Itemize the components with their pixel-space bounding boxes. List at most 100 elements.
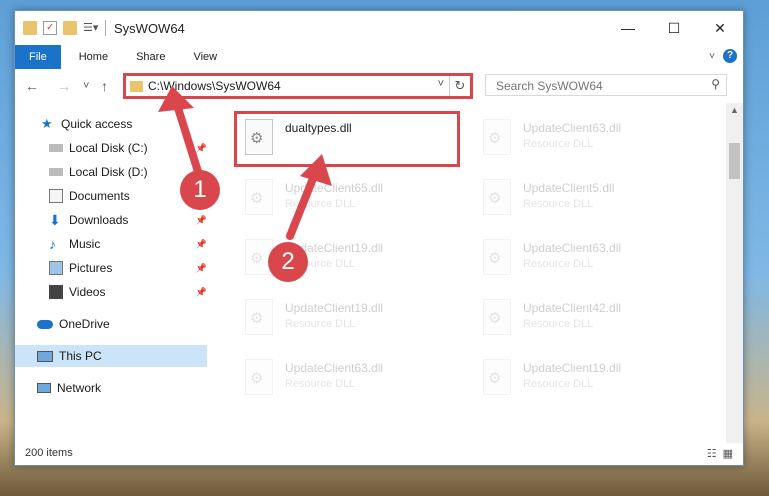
sidebar-item-label: Documents bbox=[69, 189, 130, 203]
scroll-up-icon[interactable]: ▲ bbox=[730, 105, 739, 115]
expand-ribbon-icon[interactable]: ˅ bbox=[709, 51, 715, 62]
maximize-button[interactable]: ☐ bbox=[651, 11, 697, 45]
navigation-pane: ★ Quick access Local Disk (C:) 📌 Local D… bbox=[15, 103, 211, 453]
sidebar-item-music[interactable]: ♪ Music 📌 bbox=[15, 233, 211, 255]
file-description: Resource DLL bbox=[523, 378, 594, 390]
minimize-button[interactable]: — bbox=[605, 11, 651, 45]
ribbon-right: ˅ ? bbox=[709, 49, 737, 63]
dll-file-icon: ⚙ bbox=[479, 299, 513, 341]
file-tile[interactable]: ⚙ UpdateClient63.dll Resource DLL bbox=[235, 355, 455, 407]
sidebar-item-downloads[interactable]: ⬇ Downloads 📌 bbox=[15, 209, 211, 231]
pin-icon: 📌 bbox=[195, 142, 207, 153]
file-name: UpdateClient63.dll bbox=[523, 121, 622, 135]
sidebar-item-label: This PC bbox=[59, 349, 102, 363]
address-path[interactable]: C:\Windows\SysWOW64 bbox=[148, 79, 281, 93]
pictures-icon bbox=[49, 261, 63, 275]
dll-file-icon: ⚙ bbox=[241, 179, 275, 221]
details-view-icon[interactable]: ☷ bbox=[707, 447, 717, 460]
file-description: Resource DLL bbox=[523, 138, 594, 150]
star-icon: ★ bbox=[41, 116, 53, 131]
file-description: Resource DLL bbox=[523, 198, 594, 210]
tab-home[interactable]: Home bbox=[65, 45, 122, 69]
scrollbar-thumb[interactable] bbox=[729, 143, 740, 179]
sidebar-item-videos[interactable]: Videos 📌 bbox=[15, 281, 211, 303]
documents-icon bbox=[49, 189, 63, 203]
file-name: UpdateClient19.dll bbox=[523, 361, 622, 375]
dll-file-icon: ⚙ bbox=[479, 179, 513, 221]
address-dropdown-button[interactable]: ˅ bbox=[438, 78, 444, 90]
file-name: UpdateClient19.dll bbox=[285, 301, 384, 315]
sidebar-item-pictures[interactable]: Pictures 📌 bbox=[15, 257, 211, 279]
tab-file[interactable]: File bbox=[15, 45, 61, 69]
pin-icon: 📌 bbox=[195, 262, 207, 273]
pin-icon: 📌 bbox=[195, 238, 207, 249]
customize-toolbar-icon[interactable]: ☰▾ bbox=[83, 21, 98, 35]
file-name: UpdateClient63.dll bbox=[523, 241, 622, 255]
folder-icon[interactable] bbox=[23, 21, 37, 35]
forward-button[interactable]: → bbox=[57, 78, 71, 94]
file-highlight-box bbox=[234, 111, 460, 167]
film-icon bbox=[49, 285, 63, 299]
window-title: SysWOW64 bbox=[114, 20, 185, 36]
pin-icon: 📌 bbox=[195, 214, 207, 225]
title-separator bbox=[105, 20, 106, 36]
tab-view[interactable]: View bbox=[179, 45, 231, 69]
sidebar-item-this-pc[interactable]: This PC bbox=[15, 345, 207, 367]
download-arrow-icon: ⬇ bbox=[49, 212, 61, 228]
sidebar-item-label: Downloads bbox=[69, 213, 129, 227]
file-description: Resource DLL bbox=[285, 198, 356, 210]
dll-file-icon: ⚙ bbox=[479, 359, 513, 401]
search-input[interactable] bbox=[494, 78, 698, 94]
quick-access-toolbar: ✓ ☰▾ bbox=[23, 21, 98, 35]
sidebar-item-network[interactable]: Network bbox=[15, 377, 211, 399]
sidebar-item-label: OneDrive bbox=[59, 317, 110, 331]
file-tile[interactable]: ⚙ UpdateClient63.dll Resource DLL bbox=[473, 235, 693, 287]
back-button[interactable]: ← bbox=[25, 78, 39, 94]
file-name: UpdateClient5.dll bbox=[523, 181, 615, 195]
properties-icon[interactable]: ✓ bbox=[43, 21, 57, 35]
dll-file-icon: ⚙ bbox=[241, 299, 275, 341]
file-tile[interactable]: ⚙ UpdateClient19.dll Resource DLL bbox=[473, 355, 693, 407]
new-folder-icon[interactable] bbox=[63, 21, 77, 35]
step-badge-2: 2 bbox=[268, 242, 308, 282]
sidebar-item-local-disk-c[interactable]: Local Disk (C:) 📌 bbox=[15, 137, 211, 159]
dll-file-icon: ⚙ bbox=[479, 119, 513, 161]
sidebar-item-quick-access[interactable]: ★ Quick access bbox=[15, 113, 211, 135]
sidebar-item-label: Videos bbox=[69, 285, 106, 299]
music-note-icon: ♪ bbox=[49, 236, 56, 252]
drive-icon bbox=[49, 144, 63, 152]
refresh-button[interactable]: ↻ bbox=[449, 76, 470, 96]
folder-icon bbox=[130, 81, 143, 92]
dll-file-icon: ⚙ bbox=[479, 239, 513, 281]
sidebar-item-label: Network bbox=[57, 381, 102, 395]
tab-share[interactable]: Share bbox=[122, 45, 179, 69]
computer-icon bbox=[37, 350, 53, 362]
file-tile[interactable]: ⚙ UpdateClient65.dll Resource DLL bbox=[235, 175, 455, 227]
help-icon[interactable]: ? bbox=[723, 49, 737, 63]
large-icons-view-icon[interactable]: ▦ bbox=[723, 447, 733, 460]
drive-icon bbox=[49, 168, 63, 176]
vertical-scrollbar[interactable]: ▲ ▼ bbox=[726, 103, 743, 453]
file-description: Resource DLL bbox=[285, 378, 356, 390]
sidebar-item-onedrive[interactable]: OneDrive bbox=[15, 313, 211, 335]
search-box[interactable]: ⚲ bbox=[485, 74, 727, 96]
close-button[interactable]: ✕ bbox=[697, 11, 743, 45]
file-tile[interactable]: ⚙ UpdateClient42.dll Resource DLL bbox=[473, 295, 693, 347]
file-tile[interactable]: ⚙ UpdateClient19.dll Resource DLL bbox=[235, 295, 455, 347]
file-description: Resource DLL bbox=[523, 258, 594, 270]
search-icon[interactable]: ⚲ bbox=[711, 77, 720, 91]
file-description: Resource DLL bbox=[523, 318, 594, 330]
sidebar-item-label: Local Disk (D:) bbox=[69, 165, 148, 179]
step-badge-1: 1 bbox=[180, 170, 220, 210]
file-tile[interactable]: ⚙ UpdateClient5.dll Resource DLL bbox=[473, 175, 693, 227]
address-bar[interactable]: C:\Windows\SysWOW64 ˅ ↻ bbox=[123, 73, 473, 99]
up-button[interactable]: ↑ bbox=[101, 78, 108, 94]
recent-locations-button[interactable]: ˅ bbox=[83, 80, 89, 92]
status-bar: 200 items ☷ ▦ bbox=[15, 443, 743, 465]
file-tile[interactable]: ⚙ UpdateClient63.dll Resource DLL bbox=[473, 115, 693, 167]
file-name: UpdateClient65.dll bbox=[285, 181, 384, 195]
file-name: UpdateClient42.dll bbox=[523, 301, 622, 315]
file-name: UpdateClient63.dll bbox=[285, 361, 384, 375]
network-icon bbox=[37, 383, 51, 393]
cloud-icon bbox=[37, 319, 53, 329]
